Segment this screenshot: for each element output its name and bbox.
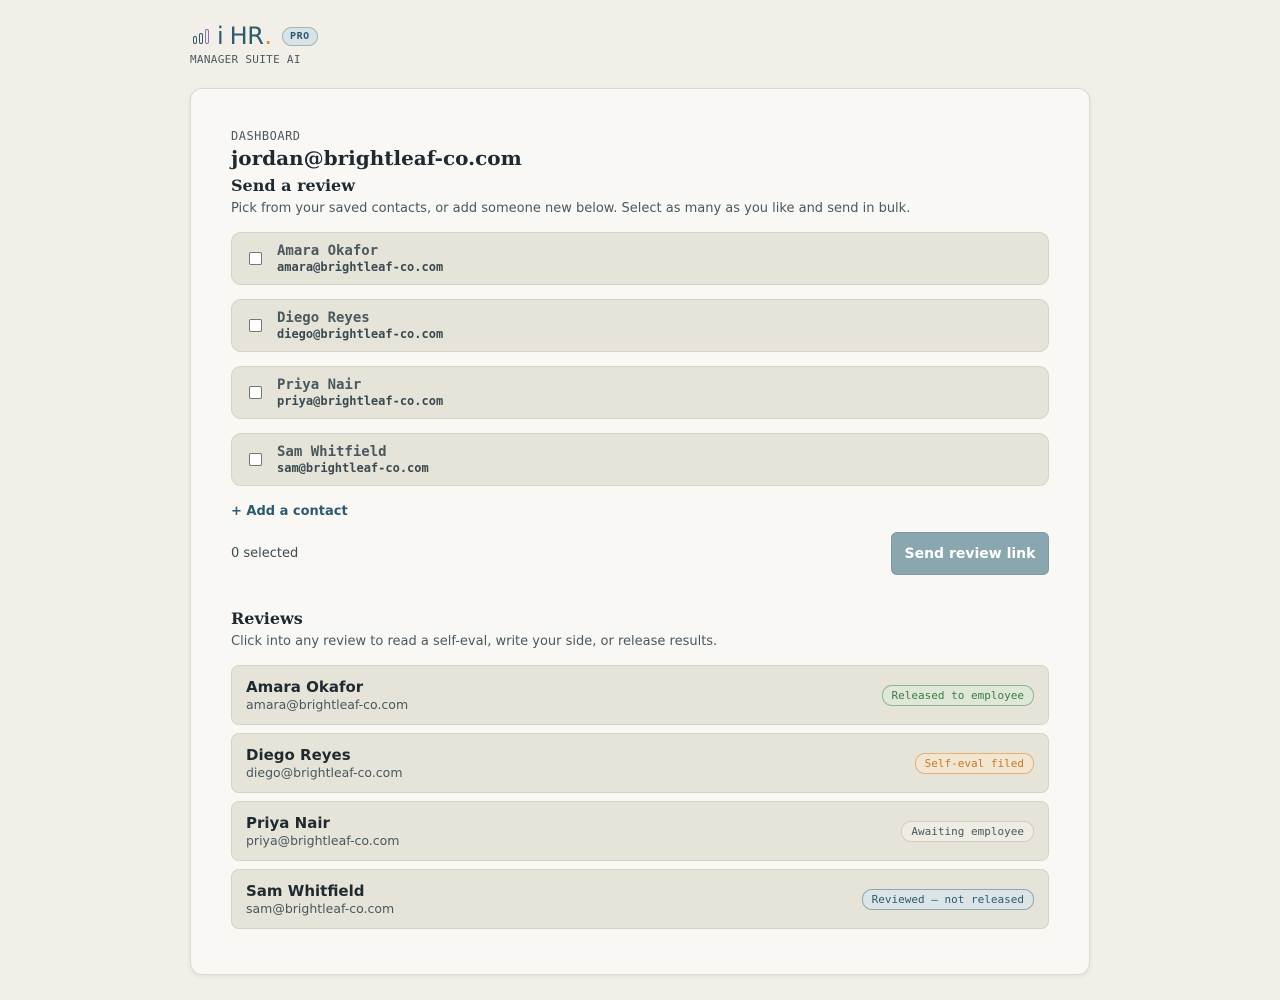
review-employee-email: amara@brightleaf-co.com <box>246 696 409 712</box>
contact-name: Sam Whitfield <box>277 443 387 460</box>
send-review-title: Send a review <box>231 176 355 195</box>
review-item[interactable]: Priya Nair priya@brightleaf-co.com Await… <box>231 801 1049 861</box>
status-badge: Self-eval filed <box>914 752 1034 774</box>
brand-subtitle: MANAGER SUITE AI <box>190 53 301 66</box>
review-employee-name: Sam Whitfield <box>246 881 365 900</box>
add-contact-link[interactable]: + Add a contact <box>231 504 348 519</box>
send-review-link-button[interactable]: Send review link <box>891 532 1049 575</box>
brand-name-hr: HR <box>229 22 264 50</box>
dashboard-eyebrow: DASHBOARD <box>231 129 301 143</box>
review-item[interactable]: Sam Whitfield sam@brightleaf-co.com Revi… <box>231 869 1049 929</box>
review-employee-email: diego@brightleaf-co.com <box>246 764 403 780</box>
bar-chart-icon <box>193 28 209 44</box>
contact-checkbox[interactable] <box>249 319 262 332</box>
contact-name: Diego Reyes <box>277 309 370 326</box>
dashboard-card: DASHBOARD jordan@brightleaf-co.com Send … <box>190 88 1090 975</box>
reviews-title: Reviews <box>231 609 303 628</box>
review-employee-name: Amara Okafor <box>246 677 364 696</box>
review-employee-email: priya@brightleaf-co.com <box>246 832 400 848</box>
brand-dot: . <box>264 22 273 50</box>
contact-checkbox[interactable] <box>249 453 262 466</box>
contact-item[interactable]: Sam Whitfield sam@brightleaf-co.com <box>231 433 1049 486</box>
review-employee-name: Diego Reyes <box>246 745 351 764</box>
contact-list: Amara Okafor amara@brightleaf-co.com Die… <box>231 232 1049 486</box>
status-badge: Reviewed — not released <box>861 888 1034 910</box>
user-email-title: jordan@brightleaf-co.com <box>231 146 522 170</box>
brand-name-i: i <box>217 22 224 50</box>
contact-checkbox[interactable] <box>249 252 262 265</box>
contact-name: Priya Nair <box>277 376 362 393</box>
send-review-description: Pick from your saved contacts, or add so… <box>231 201 911 216</box>
brand-header: i HR . PRO MANAGER SUITE AI <box>190 22 318 66</box>
review-list: Amara Okafor amara@brightleaf-co.com Rel… <box>231 665 1049 929</box>
status-badge: Awaiting employee <box>901 820 1034 842</box>
review-item[interactable]: Amara Okafor amara@brightleaf-co.com Rel… <box>231 665 1049 725</box>
contact-email: priya@brightleaf-co.com <box>277 393 444 408</box>
send-action-row: 0 selected Send review link <box>231 532 1049 575</box>
contact-name: Amara Okafor <box>277 242 379 259</box>
review-employee-name: Priya Nair <box>246 813 330 832</box>
contact-email: diego@brightleaf-co.com <box>277 326 444 341</box>
reviews-description: Click into any review to read a self-eva… <box>231 634 718 649</box>
contact-checkbox[interactable] <box>249 386 262 399</box>
contact-email: sam@brightleaf-co.com <box>277 460 429 475</box>
review-employee-email: sam@brightleaf-co.com <box>246 900 395 916</box>
pro-badge: PRO <box>282 26 318 46</box>
status-badge: Released to employee <box>881 684 1034 706</box>
contact-item[interactable]: Priya Nair priya@brightleaf-co.com <box>231 366 1049 419</box>
contact-email: amara@brightleaf-co.com <box>277 259 444 274</box>
selected-count: 0 selected <box>231 546 299 561</box>
brand-logo[interactable]: i HR . PRO <box>190 22 318 50</box>
contact-item[interactable]: Amara Okafor amara@brightleaf-co.com <box>231 232 1049 285</box>
review-item[interactable]: Diego Reyes diego@brightleaf-co.com Self… <box>231 733 1049 793</box>
contact-item[interactable]: Diego Reyes diego@brightleaf-co.com <box>231 299 1049 352</box>
